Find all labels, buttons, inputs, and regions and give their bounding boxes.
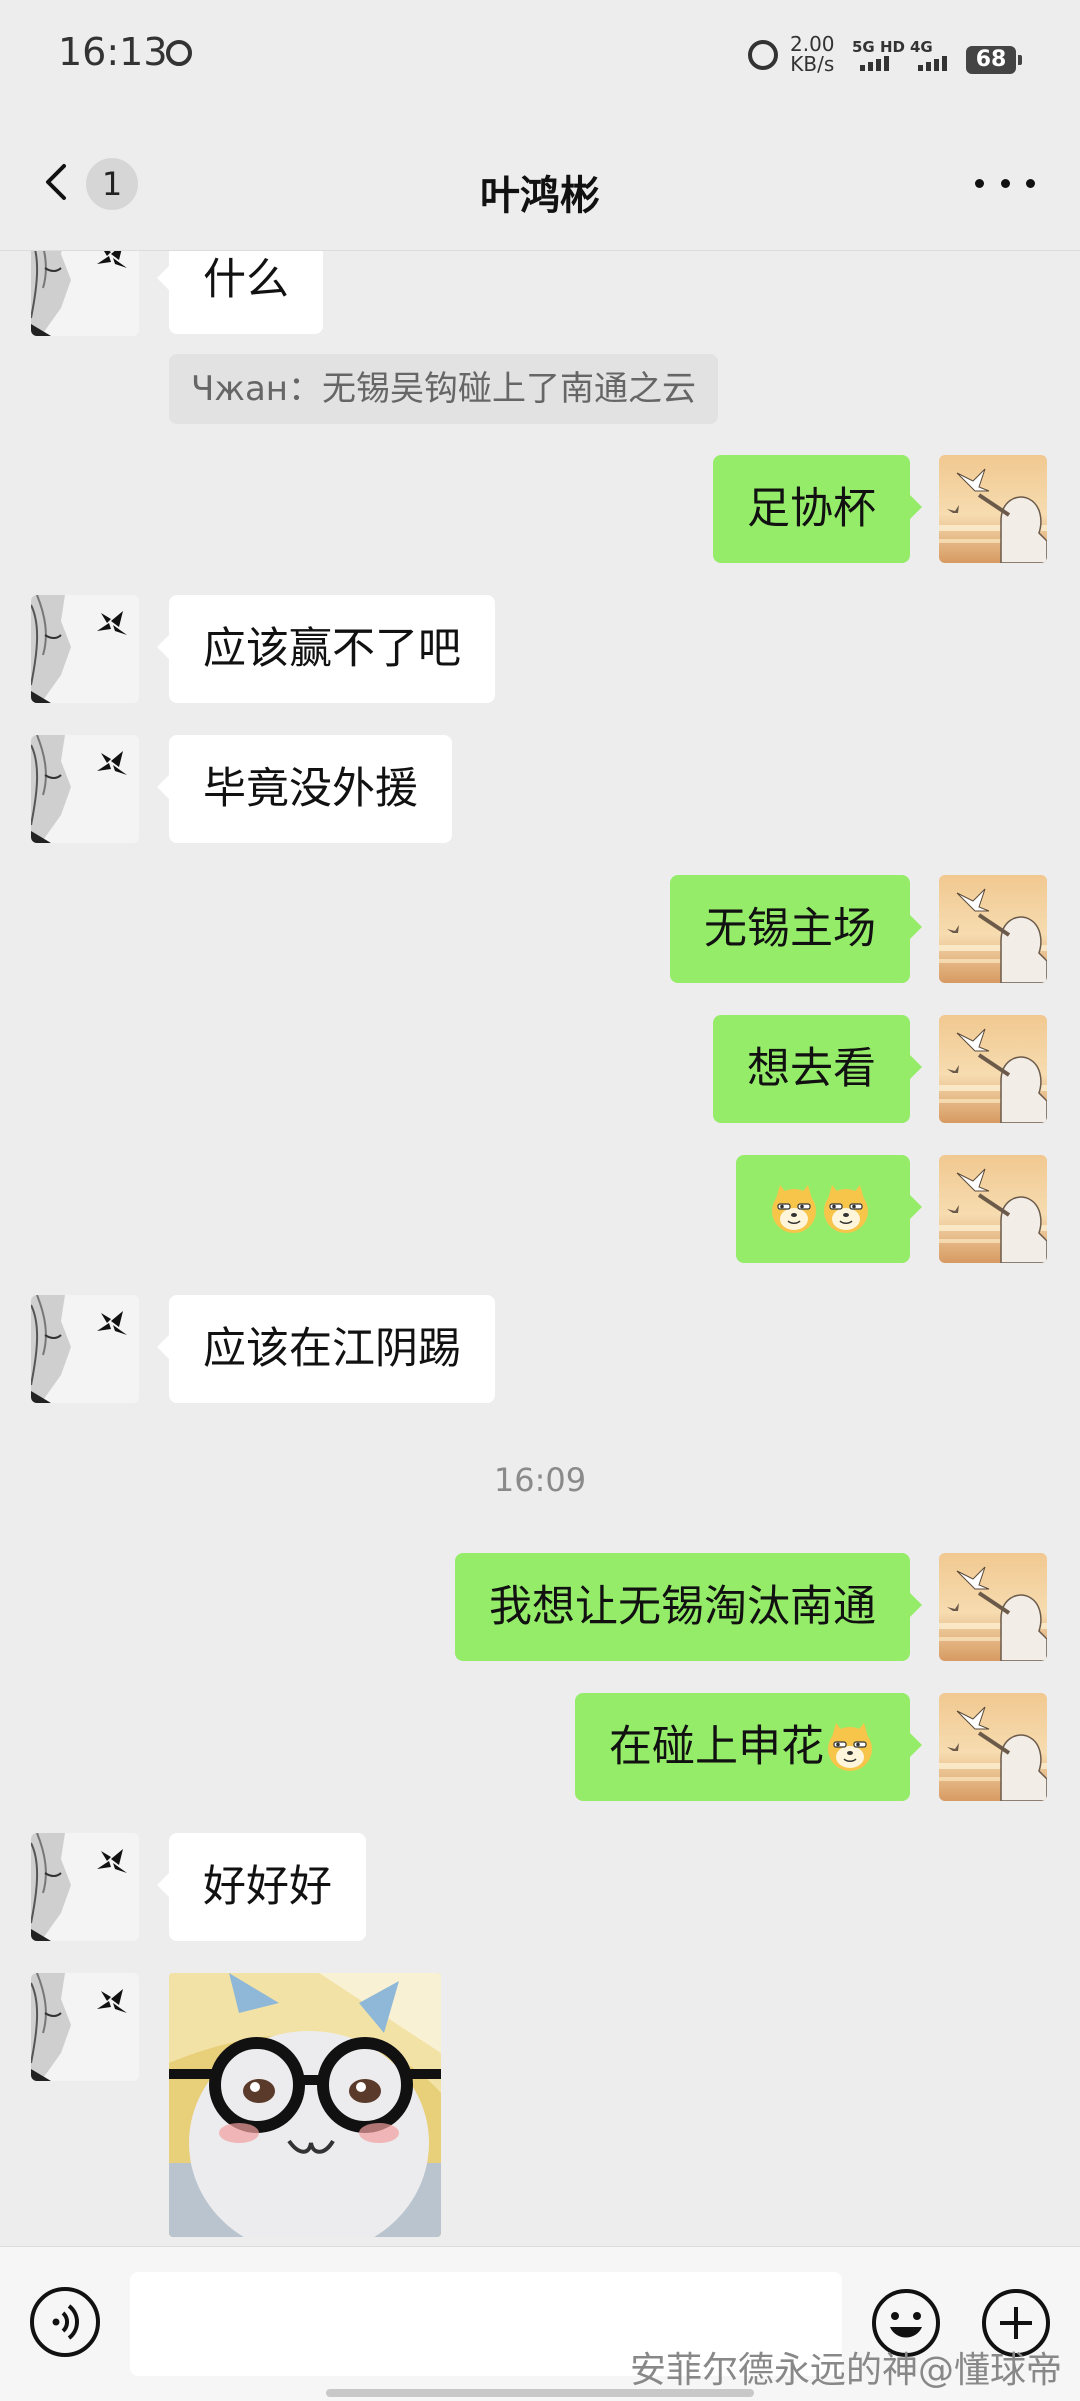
network-speed-value: 2.00 (790, 32, 835, 56)
message-bubble[interactable]: 足协杯 (713, 455, 922, 563)
watermark: 安菲尔德永远的神@懂球帝 (629, 2350, 1062, 2391)
message-list[interactable]: 什么 Чжан：无锡吴钩碰上了南通之云 足协杯 应该赢不了吧 毕竟没外援 无锡主… (0, 251, 1080, 2246)
contact-avatar[interactable] (31, 1973, 139, 2081)
unread-count-badge[interactable]: 1 (86, 158, 138, 210)
sim1-type-label: 5G HD (852, 38, 905, 56)
my-avatar[interactable] (939, 1693, 1047, 1801)
sim2-signal-icon (918, 56, 947, 71)
message-timestamp: 16:09 (493, 1461, 587, 1499)
my-avatar[interactable] (939, 875, 1047, 983)
my-avatar[interactable] (939, 1015, 1047, 1123)
message-row: 想去看 (0, 1015, 1080, 1123)
message-bubble[interactable]: 无锡主场 (670, 875, 922, 983)
alarm-icon (748, 40, 778, 70)
chat-header: 叶鸿彬 (0, 115, 1080, 251)
network-speed: 2.00 KB/s (790, 34, 835, 74)
message-bubble[interactable]: 应该赢不了吧 (157, 595, 495, 703)
doge-emoji-icon (820, 1183, 872, 1235)
home-indicator[interactable] (326, 2389, 754, 2397)
my-avatar[interactable] (939, 1553, 1047, 1661)
sim2-type-label: 4G (910, 38, 933, 56)
status-time: 16:13 (58, 30, 168, 74)
message-row: 应该赢不了吧 (0, 595, 1080, 703)
glasses-plush-sticker[interactable] (169, 1973, 441, 2237)
dnd-icon (166, 40, 192, 66)
message-text: 在碰上申花 (609, 1722, 824, 1772)
contact-avatar[interactable] (31, 1833, 139, 1941)
sim1-signal-icon (860, 56, 889, 71)
message-row: 应该在江阴踢 (0, 1295, 1080, 1403)
message-row (0, 1155, 1080, 1263)
message-row: 无锡主场 (0, 875, 1080, 983)
message-row: 足协杯 (0, 455, 1080, 563)
more-icon[interactable] (975, 173, 1035, 193)
message-bubble[interactable]: 在碰上申花 (575, 1693, 922, 1801)
message-bubble[interactable]: 好好好 (157, 1833, 366, 1941)
message-bubble[interactable]: 我想让无锡淘汰南通 (455, 1553, 922, 1661)
my-avatar[interactable] (939, 1155, 1047, 1263)
message-row: 什么 (0, 251, 1080, 354)
message-bubble[interactable]: 什么 (157, 251, 323, 334)
my-avatar[interactable] (939, 455, 1047, 563)
message-row: 好好好 (0, 1833, 1080, 1941)
message-row: 在碰上申花 (0, 1693, 1080, 1801)
quoted-message[interactable]: Чжан：无锡吴钩碰上了南通之云 (169, 354, 719, 424)
contact-avatar[interactable] (31, 1295, 139, 1403)
doge-emoji-icon (768, 1183, 820, 1235)
doge-emoji-icon (824, 1721, 876, 1773)
input-bar: 安菲尔德永远的神@懂球帝 (0, 2246, 1080, 2401)
voice-icon[interactable] (30, 2287, 100, 2357)
message-row (0, 1973, 1080, 2243)
status-bar: 16:13 2.00 KB/s 5G HD 4G 68 (0, 0, 1080, 115)
network-speed-unit: KB/s (790, 52, 835, 76)
message-row: 毕竟没外援 (0, 735, 1080, 843)
message-bubble[interactable]: 想去看 (713, 1015, 922, 1123)
contact-avatar[interactable] (31, 251, 139, 336)
message-row: 我想让无锡淘汰南通 (0, 1553, 1080, 1661)
chat-title: 叶鸿彬 (480, 173, 600, 219)
message-bubble[interactable]: 应该在江阴踢 (157, 1295, 495, 1403)
contact-avatar[interactable] (31, 595, 139, 703)
message-bubble[interactable]: 毕竟没外援 (157, 735, 452, 843)
battery-icon: 68 (966, 46, 1022, 74)
message-bubble[interactable] (736, 1155, 922, 1263)
contact-avatar[interactable] (31, 735, 139, 843)
